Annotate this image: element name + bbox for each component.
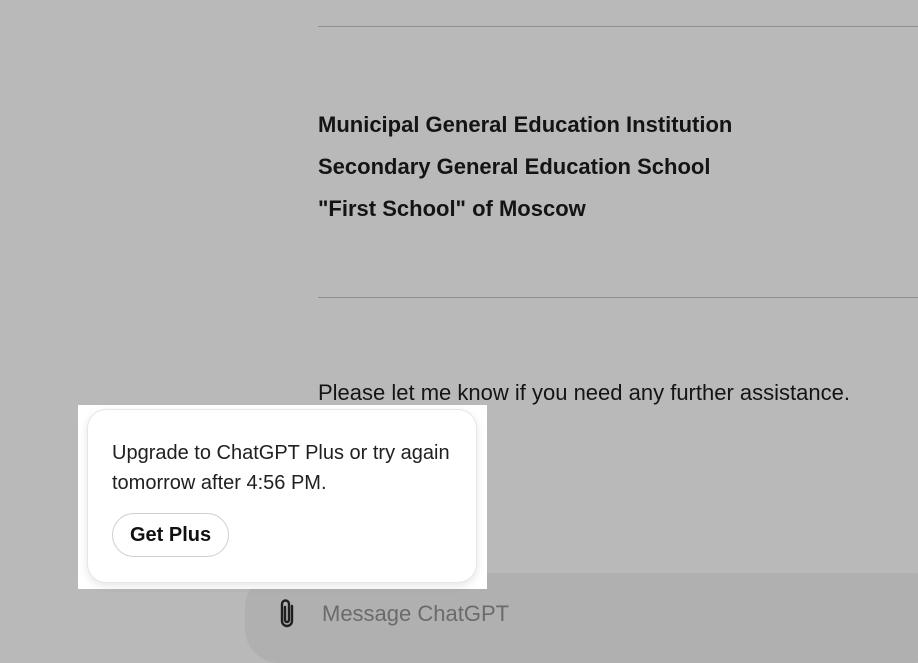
school-name: Municipal General Education Institution … [318,104,732,230]
divider [318,297,918,298]
school-name-line: Municipal General Education Institution [318,112,733,137]
school-name-line: Secondary General Education School [318,154,711,179]
get-plus-button[interactable]: Get Plus [112,513,230,557]
usage-limit-popup: Upgrade to ChatGPT Plus or try again tom… [88,410,476,582]
divider [318,26,918,27]
usage-limit-message: Upgrade to ChatGPT Plus or try again tom… [112,442,450,494]
usage-limit-popup-container: Upgrade to ChatGPT Plus or try again tom… [78,405,487,589]
paperclip-icon[interactable] [273,597,301,631]
school-name-line: "First School" of Moscow [318,196,586,221]
message-input[interactable] [322,598,822,630]
